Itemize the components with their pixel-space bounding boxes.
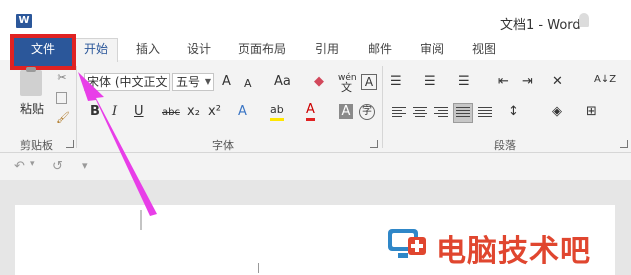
tab-design[interactable]: 设计 (187, 40, 211, 57)
line-spacing-icon[interactable]: ↕ (508, 104, 519, 120)
account-icon[interactable] (579, 13, 589, 27)
sort-icon[interactable]: A↓Z (594, 72, 616, 88)
clipboard-launcher-icon[interactable] (66, 140, 74, 148)
increase-indent-icon[interactable]: ⇥ (522, 74, 533, 90)
document-title: 文档1 - Word (500, 18, 581, 33)
tab-review[interactable]: 审阅 (420, 40, 444, 57)
divider (382, 66, 383, 148)
change-case-button[interactable]: Aa (274, 74, 291, 90)
strikethrough-button[interactable]: abc (162, 105, 180, 121)
tab-mailings[interactable]: 邮件 (368, 40, 392, 57)
font-group-label: 字体 (212, 139, 234, 152)
enclose-char-button[interactable]: 字 (359, 104, 375, 120)
font-size-select[interactable]: 五号 ▼ (172, 73, 214, 91)
word-logo-icon: W (16, 14, 32, 28)
decrease-indent-icon[interactable]: ⇤ (498, 74, 509, 90)
bold-button[interactable]: B (90, 104, 100, 120)
paste-icon[interactable] (20, 67, 42, 96)
shading-icon[interactable]: ◈ (552, 104, 562, 120)
undo-icon[interactable]: ↶ (14, 159, 25, 174)
chevron-down-icon: ▼ (204, 77, 211, 86)
text-cursor (258, 263, 259, 273)
margin-mark (140, 210, 142, 230)
underline-button[interactable]: U (134, 104, 144, 120)
superscript-button[interactable]: x² (208, 104, 221, 120)
tab-view[interactable]: 视图 (472, 40, 496, 57)
quick-access-toolbar: ↶ ▾ ↺ ▾ (0, 153, 631, 179)
distributed-icon[interactable] (478, 107, 492, 119)
paste-button[interactable]: 粘贴 (20, 100, 44, 117)
clear-format-icon[interactable]: ◆ (314, 74, 324, 90)
align-center-icon[interactable] (413, 107, 427, 119)
align-left-icon[interactable] (392, 107, 406, 119)
font-size-value: 五号 (176, 75, 201, 89)
shrink-font-button[interactable]: A (244, 76, 252, 92)
title-bar: W 文档1 - Word (0, 0, 631, 36)
grow-font-button[interactable]: A (222, 74, 231, 90)
customize-qa-icon[interactable]: ▾ (82, 159, 88, 172)
cut-icon[interactable]: ✂ (56, 72, 68, 84)
tab-references[interactable]: 引用 (315, 40, 339, 57)
format-painter-icon[interactable]: 🖌 (56, 112, 70, 124)
highlight-button[interactable]: ab (270, 102, 284, 121)
paragraph-launcher-icon[interactable] (620, 140, 628, 148)
subscript-button[interactable]: x₂ (187, 104, 200, 120)
font-color-button[interactable]: A (306, 102, 315, 121)
multilevel-list-icon[interactable]: ☰ (458, 74, 470, 90)
phonetic-guide-button[interactable]: 文 (341, 80, 352, 96)
borders-icon[interactable]: ⊞ (586, 104, 597, 120)
highlight-box (10, 34, 76, 70)
align-right-icon[interactable] (434, 107, 448, 119)
redo-icon[interactable]: ↺ (52, 159, 63, 174)
tab-home[interactable]: 开始 (74, 38, 118, 62)
font-launcher-icon[interactable] (370, 140, 378, 148)
italic-button[interactable]: I (112, 104, 117, 120)
copy-icon[interactable] (56, 92, 67, 104)
divider (76, 66, 77, 148)
text-effect-button[interactable]: A (238, 104, 247, 120)
char-border-button[interactable]: A (361, 74, 377, 90)
chinese-layout-icon[interactable]: ✕ (552, 74, 563, 90)
monitor-logo-icon (388, 229, 426, 258)
numbering-icon[interactable]: ☰ (424, 74, 436, 90)
tab-insert[interactable]: 插入 (136, 40, 160, 57)
bullets-icon[interactable]: ☰ (390, 74, 402, 90)
undo-dropdown-icon[interactable]: ▾ (30, 159, 35, 169)
char-shading-button[interactable]: A (339, 104, 353, 119)
watermark-text: 电脑技术吧 (436, 234, 591, 269)
paragraph-group-label: 段落 (494, 139, 516, 152)
justify-icon (456, 107, 470, 119)
clipboard-group-label: 剪贴板 (20, 139, 53, 152)
font-name-select[interactable]: 宋体 (中文正文 (84, 73, 170, 91)
tab-page-layout[interactable]: 页面布局 (238, 40, 286, 57)
